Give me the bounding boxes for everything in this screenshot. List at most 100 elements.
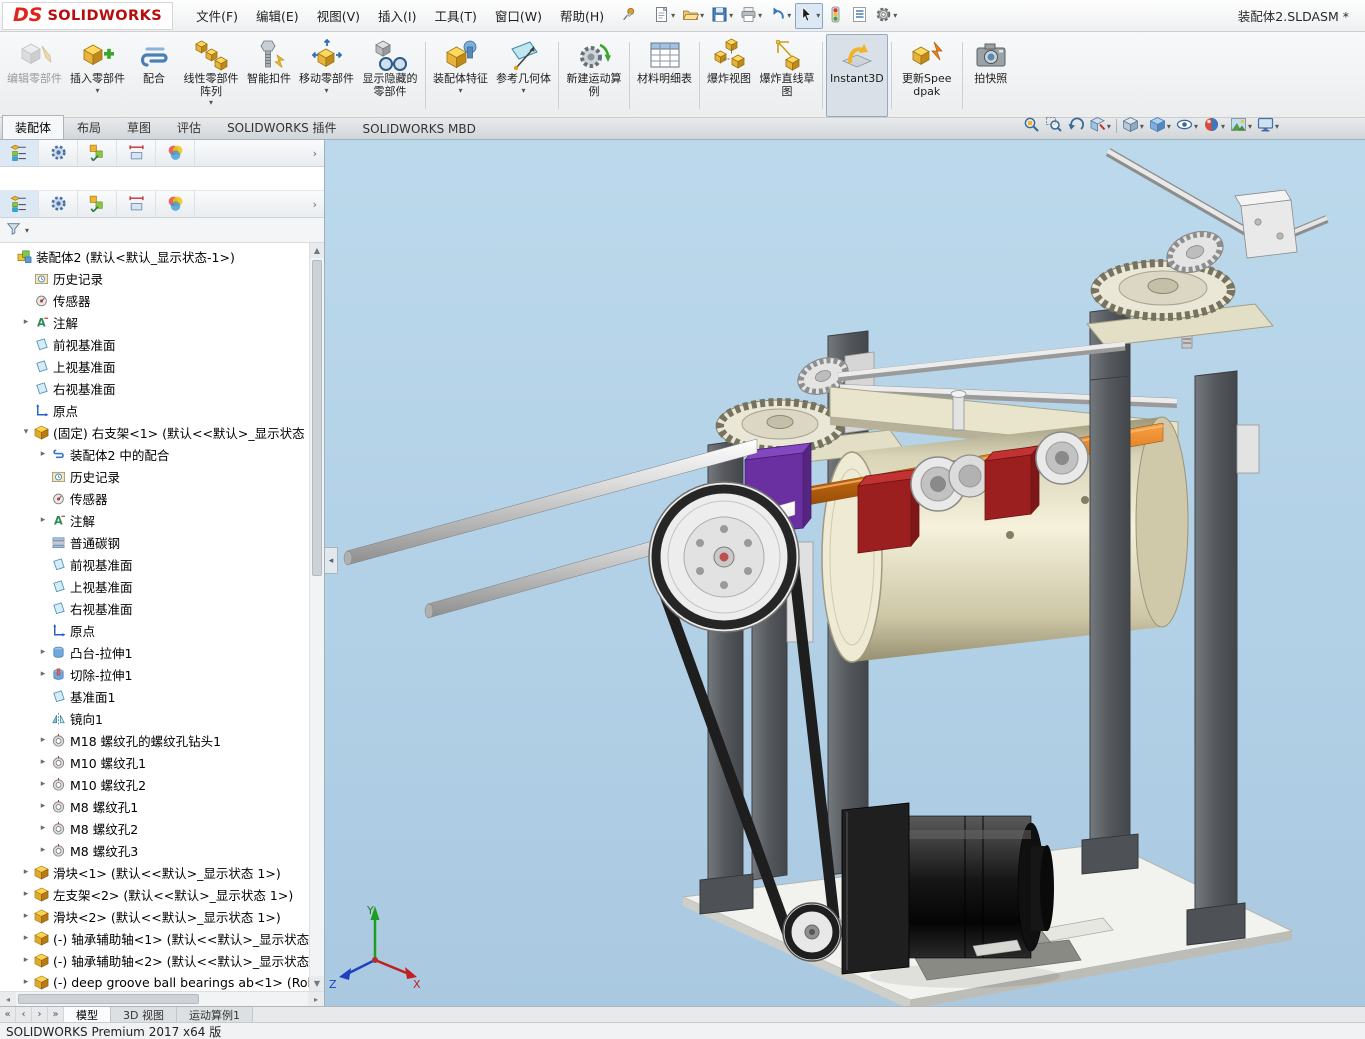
tab-scroll-3[interactable]: »	[48, 1007, 64, 1022]
expand-arrow-icon[interactable]: ▸	[37, 823, 49, 833]
tree-item[interactable]: 右视基准面	[0, 377, 324, 399]
bottom-tab-1[interactable]: 3D 视图	[111, 1007, 177, 1022]
tree-item[interactable]: 传感器	[0, 487, 324, 509]
menu-item-4[interactable]: 工具(T)	[425, 1, 485, 30]
panel-flyout-chevron[interactable]: ›	[306, 198, 324, 211]
tab-scroll-2[interactable]: ›	[32, 1007, 48, 1022]
tree-item[interactable]: ▸切除-拉伸1	[0, 663, 324, 685]
menu-item-3[interactable]: 插入(I)	[369, 1, 425, 30]
bottom-tab-0[interactable]: 模型	[64, 1007, 111, 1022]
model-big-pulley[interactable]	[649, 482, 799, 632]
task-list-button[interactable]	[848, 3, 871, 29]
tree-item[interactable]: ▸M18 螺纹孔的螺纹孔钻头1	[0, 729, 324, 751]
tab-4[interactable]: SOLIDWORKS 插件	[214, 115, 349, 139]
expand-arrow-icon[interactable]: ▸	[37, 647, 49, 657]
expand-arrow-icon[interactable]: ▸	[20, 911, 32, 921]
tab-0[interactable]: 装配体	[2, 115, 64, 139]
tree-vertical-scrollbar[interactable]: ▲ ▼	[309, 243, 324, 991]
scene-button[interactable]: ▾	[1230, 116, 1252, 136]
ribbon-bom-button[interactable]: 材料明细表	[633, 34, 696, 117]
model-frame-right-front[interactable]	[1082, 376, 1138, 874]
ribbon-reference-geometry-button[interactable]: 参考几何体▾	[492, 34, 555, 117]
expand-arrow-icon[interactable]: ▸	[20, 933, 32, 943]
tree-item[interactable]: 右视基准面	[0, 597, 324, 619]
scroll-track[interactable]	[16, 992, 308, 1006]
panel-flyout-chevron[interactable]: ›	[306, 147, 324, 160]
menu-item-1[interactable]: 编辑(E)	[247, 1, 308, 30]
panel-tab-displaymanager[interactable]	[156, 191, 195, 217]
tree-item[interactable]: ▸A注解	[0, 509, 324, 531]
save-button[interactable]: ▾	[708, 3, 736, 29]
tree-item[interactable]: ▸滑块<1> (默认<<默认>_显示状态 1>)	[0, 861, 324, 883]
expand-arrow-icon[interactable]: ▸	[20, 977, 32, 987]
display-style-button[interactable]: ▾	[1149, 116, 1171, 136]
menu-item-5[interactable]: 窗口(W)	[486, 1, 551, 30]
bottom-tab-2[interactable]: 运动算例1	[177, 1007, 253, 1022]
tree-item[interactable]: 镜向1	[0, 707, 324, 729]
panel-tab-dimxpertmanager[interactable]	[117, 191, 156, 217]
scroll-up-icon[interactable]: ▲	[310, 243, 324, 258]
panel-tab-displaymanager[interactable]	[156, 140, 195, 166]
tab-5[interactable]: SOLIDWORKS MBD	[350, 118, 489, 139]
panel-splitter[interactable]	[0, 167, 324, 191]
undo-button[interactable]: ▾	[766, 3, 794, 29]
expand-arrow-icon[interactable]: ▸	[20, 889, 32, 899]
tree-item[interactable]: 原点	[0, 619, 324, 641]
open-button[interactable]: ▾	[679, 3, 707, 29]
scroll-right-icon[interactable]: ▸	[308, 992, 324, 1006]
panel-tab-configurationmanager[interactable]	[78, 140, 117, 166]
print-button[interactable]: ▾	[737, 3, 765, 29]
scroll-track[interactable]	[310, 258, 324, 976]
rebuild-button[interactable]	[824, 3, 847, 29]
expand-arrow-icon[interactable]: ▸	[37, 735, 49, 745]
tree-item[interactable]: 普通碳钢	[0, 531, 324, 553]
tree-item[interactable]: ▸左支架<2> (默认<<默认>_显示状态 1>)	[0, 883, 324, 905]
tree-item[interactable]: 前视基准面	[0, 333, 324, 355]
tree-horizontal-scrollbar[interactable]: ◂ ▸	[0, 991, 324, 1006]
zoom-area-button[interactable]	[1045, 116, 1062, 136]
zoom-fit-button[interactable]	[1023, 116, 1040, 136]
options-button[interactable]: ▾	[872, 3, 900, 29]
tree-item[interactable]: 原点	[0, 399, 324, 421]
ribbon-exploded-view-button[interactable]: 爆炸视图	[703, 34, 755, 117]
ribbon-assembly-features-button[interactable]: 装配体特征▾	[429, 34, 492, 117]
tree-item[interactable]: ▸M8 螺纹孔1	[0, 795, 324, 817]
tree-item[interactable]: ▾(固定) 右支架<1> (默认<<默认>_显示状态 1>)	[0, 421, 324, 443]
new-document-button[interactable]: ▾	[650, 3, 678, 29]
ribbon-show-hidden-button[interactable]: 显示隐藏的零部件	[358, 34, 422, 117]
chevron-down-icon[interactable]: ▾	[25, 226, 29, 235]
tree-item[interactable]: 上视基准面	[0, 355, 324, 377]
panel-tab-dimxpertmanager[interactable]	[117, 140, 156, 166]
scroll-thumb[interactable]	[18, 994, 199, 1004]
scroll-left-icon[interactable]: ◂	[0, 992, 16, 1006]
filter-icon[interactable]	[6, 221, 21, 239]
menu-item-0[interactable]: 文件(F)	[187, 1, 247, 30]
graphics-viewport[interactable]: Y X Z ◂	[325, 140, 1365, 1006]
expand-arrow-icon[interactable]: ▸	[20, 867, 32, 877]
section-button[interactable]: ▾	[1089, 116, 1111, 136]
collapse-arrow-icon[interactable]: ▾	[20, 427, 32, 437]
expand-arrow-icon[interactable]: ▸	[37, 845, 49, 855]
ribbon-linear-pattern-button[interactable]: 线性零部件阵列▾	[179, 34, 243, 117]
orient-cube-button[interactable]: ▾	[1122, 116, 1144, 136]
tree-item[interactable]: 基准面1	[0, 685, 324, 707]
ribbon-smart-fastener-button[interactable]: 智能扣件	[243, 34, 295, 117]
tree-item[interactable]: ▸凸台-拉伸1	[0, 641, 324, 663]
tree-item[interactable]: ▸(-) 轴承辅助轴<2> (默认<<默认>_显示状态 1>)	[0, 949, 324, 971]
ribbon-mate-button[interactable]: 配合	[129, 34, 179, 117]
tree-item[interactable]: ▸(-) deep groove ball bearings ab<1> (Ro…	[0, 971, 324, 991]
expand-arrow-icon[interactable]: ▸	[37, 801, 49, 811]
tree-item[interactable]: ▸滑块<2> (默认<<默认>_显示状态 1>)	[0, 905, 324, 927]
appearance-button[interactable]: ▾	[1203, 116, 1225, 136]
pin-icon[interactable]	[621, 7, 636, 25]
ribbon-explode-sketch-button[interactable]: 爆炸直线草图	[755, 34, 819, 117]
tab-scroll-0[interactable]: «	[0, 1007, 16, 1022]
scroll-down-icon[interactable]: ▼	[310, 976, 324, 991]
tree-item[interactable]: ▸装配体2 中的配合	[0, 443, 324, 465]
ribbon-speedpak-button[interactable]: 更新Speedpak	[895, 34, 959, 117]
tree-item[interactable]: ▸A注解	[0, 311, 324, 333]
tab-3[interactable]: 评估	[164, 115, 214, 139]
expand-arrow-icon[interactable]: ▸	[37, 449, 49, 459]
tree-item[interactable]: 装配体2 (默认<默认_显示状态-1>)	[0, 245, 324, 267]
scroll-thumb[interactable]	[312, 260, 322, 576]
